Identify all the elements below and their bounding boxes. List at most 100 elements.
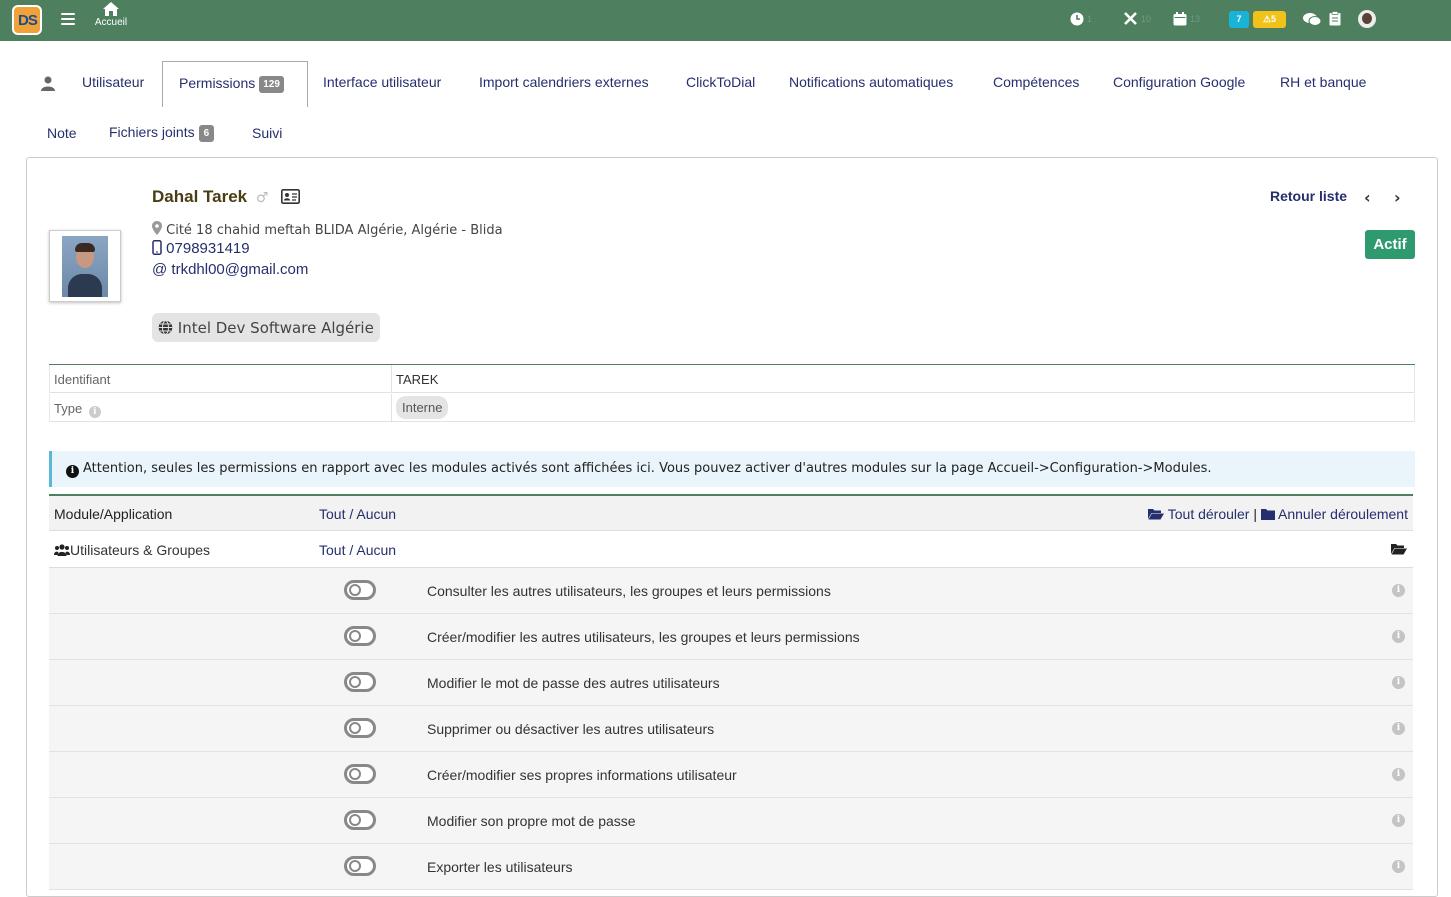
user-name-text: Dahal Tarek — [152, 187, 248, 206]
info-key-text: Type — [54, 401, 83, 416]
collapse-all-link[interactable]: Annuler déroulement — [1260, 506, 1408, 522]
group-toggle-all[interactable]: Tout / Aucun — [319, 542, 396, 558]
clock-button[interactable]: 1 — [1070, 10, 1092, 30]
permission-toggle[interactable] — [344, 580, 376, 600]
permission-row: Modifier son propre mot de passe i — [49, 798, 1413, 844]
chat-icon — [1303, 12, 1322, 26]
folder-open-icon — [1148, 509, 1165, 520]
tab-configuration-google[interactable]: Configuration Google — [1113, 74, 1245, 90]
permission-label: Créer/modifier ses propres informations … — [427, 767, 737, 783]
info-circle-icon[interactable]: i — [1392, 676, 1405, 689]
vcard-icon[interactable] — [281, 189, 301, 204]
clock-count: 1 — [1087, 13, 1093, 24]
map-marker-icon — [152, 221, 162, 235]
warning-icon: ⚠ — [1262, 14, 1272, 24]
info-circle-icon[interactable]: i — [1392, 630, 1405, 643]
menu-icon[interactable] — [61, 13, 75, 25]
status-badge: Actif — [1365, 230, 1415, 259]
permission-row: Créer/modifier ses propres informations … — [49, 752, 1413, 798]
home-icon — [103, 2, 119, 16]
user-address: Cité 18 chahid meftah BLIDA Algérie, Alg… — [152, 221, 503, 238]
permission-toggle[interactable] — [344, 626, 376, 646]
tab-permissions-badge: 129 — [259, 75, 284, 93]
previous-icon[interactable]: ‹ — [1364, 188, 1371, 207]
chat-button[interactable] — [1303, 10, 1322, 30]
home-label: Accueil — [94, 17, 128, 28]
clock-icon — [1070, 12, 1084, 26]
permission-label: Exporter les utilisateurs — [427, 859, 573, 875]
tab-note[interactable]: Note — [47, 125, 77, 141]
permission-row: Supprimer ou désactiver les autres utili… — [49, 706, 1413, 752]
permission-toggle[interactable] — [344, 856, 376, 876]
tab-competences[interactable]: Compétences — [993, 74, 1079, 90]
info-circle-icon[interactable]: i — [88, 406, 101, 418]
info-circle-icon[interactable]: i — [1392, 860, 1405, 873]
folder-open-icon[interactable] — [1391, 542, 1407, 558]
clipboard-icon — [1329, 11, 1341, 26]
warning-badge[interactable]: ⚠5 — [1253, 11, 1286, 28]
permission-label: Modifier son propre mot de passe — [427, 813, 636, 829]
user-phone[interactable]: 0798931419 — [152, 240, 250, 257]
clipboard-button[interactable] — [1329, 10, 1341, 30]
warning-count: 5 — [1271, 14, 1277, 24]
user-phone-text: 0798931419 — [166, 240, 250, 257]
tools-count: 10 — [1141, 13, 1152, 24]
gender-icon: ♂ — [255, 190, 269, 206]
tab-notifications[interactable]: Notifications automatiques — [789, 74, 953, 90]
tools-button[interactable]: 10 — [1123, 10, 1151, 30]
permission-toggle[interactable] — [344, 672, 376, 692]
tab-clicktodial[interactable]: ClickToDial — [686, 74, 755, 90]
tab-fichiers-badge: 6 — [198, 124, 215, 142]
header-toggle-all[interactable]: Tout / Aucun — [319, 506, 396, 522]
info-value: TAREK — [396, 372, 439, 387]
user-photo — [49, 230, 121, 302]
tab-suivi[interactable]: Suivi — [252, 125, 282, 141]
calendar-icon — [1173, 11, 1187, 26]
tab-fichiers-label: Fichiers joints — [109, 124, 195, 140]
permissions-header: Module/Application Tout / Aucun Tout dér… — [49, 494, 1413, 531]
expand-all-label: Tout dérouler — [1167, 506, 1250, 522]
permission-label: Créer/modifier les autres utilisateurs, … — [427, 629, 860, 645]
user-icon — [41, 76, 55, 91]
permission-toggle[interactable] — [344, 810, 376, 830]
company-tag[interactable]: Intel Dev Software Algérie — [152, 313, 380, 342]
tab-utilisateur[interactable]: Utilisateur — [82, 74, 144, 90]
at-icon: @ — [152, 261, 168, 278]
permission-row: Créer/modifier les autres utilisateurs, … — [49, 614, 1413, 660]
module-group-name: Utilisateurs & Groupes — [54, 542, 210, 558]
info-circle-icon[interactable]: i — [1392, 722, 1405, 735]
info-circle-icon[interactable]: i — [1392, 768, 1405, 781]
header-expand-controls: Tout dérouler | Annuler déroulement — [1148, 506, 1408, 522]
tab-permissions[interactable]: Permissions 129 — [162, 61, 308, 107]
tab-interface-utilisateur[interactable]: Interface utilisateur — [323, 74, 441, 90]
permission-label: Supprimer ou désactiver les autres utili… — [427, 721, 715, 737]
info-row-identifiant: Identifiant TAREK — [49, 365, 1415, 393]
user-address-text: Cité 18 chahid meftah BLIDA Algérie, Alg… — [166, 223, 503, 238]
user-email-text: trkdhl00@gmail.com — [171, 261, 309, 278]
calendar-count: 13 — [1190, 13, 1201, 24]
tab-rh-banque[interactable]: RH et banque — [1280, 74, 1366, 90]
expand-all-link[interactable]: Tout dérouler — [1148, 506, 1249, 522]
permission-toggle[interactable] — [344, 718, 376, 738]
permission-toggle[interactable] — [344, 764, 376, 784]
info-badge[interactable]: 7 — [1229, 11, 1249, 28]
module-group-row: Utilisateurs & Groupes Tout / Aucun — [49, 531, 1413, 568]
back-to-list-link[interactable]: Retour liste — [1270, 188, 1347, 204]
user-avatar[interactable] — [1358, 10, 1376, 28]
mobile-icon — [152, 240, 162, 255]
company-name: Intel Dev Software Algérie — [177, 319, 374, 337]
info-icon: i — [66, 465, 79, 478]
globe-icon — [158, 320, 173, 335]
tab-import-calendriers[interactable]: Import calendriers externes — [479, 74, 649, 90]
home-link[interactable]: Accueil — [90, 2, 132, 28]
user-email[interactable]: @ trkdhl00@gmail.com — [152, 261, 308, 278]
calendar-button[interactable]: 13 — [1173, 10, 1200, 30]
app-logo[interactable]: DS — [12, 5, 42, 35]
users-icon — [54, 544, 70, 556]
next-icon[interactable]: › — [1394, 188, 1401, 207]
info-circle-icon[interactable]: i — [1392, 814, 1405, 827]
info-circle-icon[interactable]: i — [1392, 584, 1405, 597]
app-logo-text: DS — [18, 12, 38, 29]
permission-row: Exporter les utilisateurs i — [49, 844, 1413, 890]
tab-fichiers-joints[interactable]: Fichiers joints 6 — [109, 124, 215, 142]
